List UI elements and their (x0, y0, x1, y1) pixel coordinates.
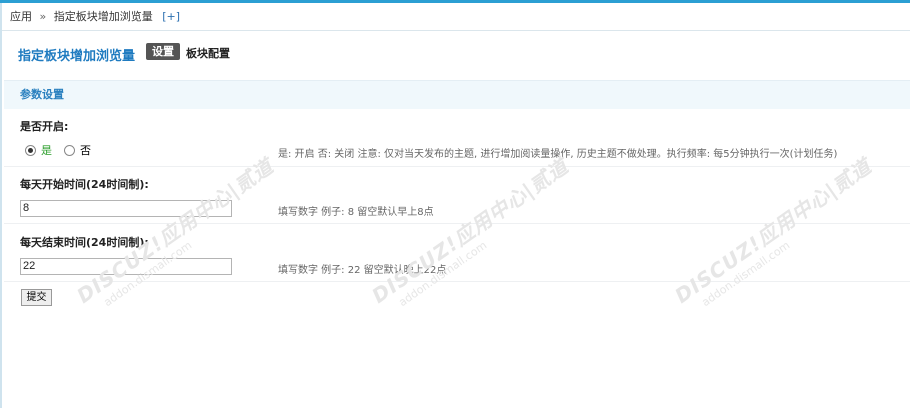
breadcrumb-separator: » (39, 10, 47, 23)
radio-yes-label: 是 (41, 144, 52, 157)
radio-unchecked-icon (64, 144, 75, 156)
watermark: DISCUZ!应用中心|贰道 addon.dismall.com (670, 153, 876, 310)
tab-settings[interactable]: 设置 (146, 43, 180, 60)
row-divider (4, 223, 910, 224)
tab-block-config[interactable]: 板块配置 (186, 45, 230, 61)
enable-tip: 是: 开启 否: 关闭 注意: 仅对当天发布的主题, 进行增加阅读量操作, 历史… (278, 149, 838, 160)
radio-yes[interactable]: 是 (25, 142, 52, 158)
section-header: 参数设置 (4, 80, 910, 109)
radio-checked-icon (25, 144, 36, 156)
enable-label: 是否开启: (20, 120, 69, 133)
start-time-label: 每天开始时间(24时间制): (20, 178, 149, 191)
breadcrumb: 应用 » 指定板块增加浏览量 [+] (2, 3, 910, 31)
start-time-input[interactable]: 8 (20, 200, 232, 217)
submit-button[interactable]: 提交 (21, 289, 52, 306)
row-divider (4, 166, 910, 167)
end-time-tip: 填写数字 例子: 22 留空默认晚上22点 (278, 265, 447, 276)
page-title: 指定板块增加浏览量 (18, 49, 136, 64)
end-time-label: 每天结束时间(24时间制): (20, 236, 149, 249)
end-time-input[interactable]: 22 (20, 258, 232, 275)
page-header: 指定板块增加浏览量 设置 板块配置 (2, 31, 910, 75)
radio-no[interactable]: 否 (64, 142, 91, 158)
breadcrumb-current: 指定板块增加浏览量 (53, 10, 153, 23)
row-divider (4, 281, 910, 282)
add-shortcut-link[interactable]: [+] (162, 3, 180, 30)
section-title: 参数设置 (20, 88, 64, 101)
watermark: DISCUZ!应用中心|贰道 addon.dismall.com (367, 153, 573, 310)
start-time-tip: 填写数字 例子: 8 留空默认早上8点 (278, 207, 434, 218)
breadcrumb-root[interactable]: 应用 (10, 3, 32, 30)
radio-no-label: 否 (80, 144, 91, 157)
